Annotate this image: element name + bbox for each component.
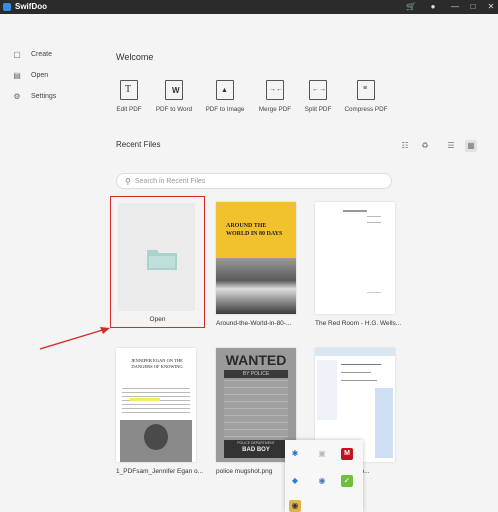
file-name: Around-the-World-in-80-...	[216, 320, 292, 327]
main-area: Welcome T Edit PDF W PDF to Word ▲ PDF t…	[95, 14, 498, 512]
file-name: The Red Room - H.G. Wells...	[315, 320, 402, 327]
sidebar-item-label: Create	[31, 50, 53, 58]
open-thumbnail	[118, 203, 195, 311]
tool-label: Split PDF	[304, 106, 332, 113]
pdf-to-word-icon: W	[165, 80, 183, 100]
tool-label: PDF to Image	[205, 106, 245, 113]
tool-compress-pdf[interactable]: ≡ Compress PDF	[339, 80, 393, 113]
grid-view-icon[interactable]: ▦	[465, 140, 477, 152]
file-thumbnail: JENNIFER EGAN ON THE DANGERS OF KNOWING	[116, 348, 196, 462]
open-icon: ▤	[13, 70, 21, 80]
wanted-text: WANTED	[225, 352, 287, 368]
app-tray-icon[interactable]: ◉	[289, 500, 301, 512]
split-pdf-icon: ←→	[309, 80, 327, 100]
book-title: AROUND THE WORLD IN 80 DAYS	[226, 223, 283, 237]
file-thumbnail	[315, 202, 395, 314]
file-thumbnail: AROUND THE WORLD IN 80 DAYS	[216, 202, 296, 314]
tool-label: PDF to Word	[155, 106, 193, 113]
search-placeholder: Search in Recent Files	[134, 177, 206, 185]
sidebar-item-open[interactable]: ▤ Open	[12, 68, 48, 82]
sidebar-item-create[interactable]: ▢ Create	[12, 47, 52, 61]
cart-icon[interactable]: 🛒	[405, 1, 417, 13]
maximize-button[interactable]: □	[467, 1, 479, 13]
tool-split-pdf[interactable]: ←→ Split PDF	[291, 80, 345, 113]
book-cover-image	[216, 258, 296, 314]
by-police-text: BY POLICE	[224, 370, 288, 378]
sidebar-item-label: Open	[31, 71, 49, 79]
trash-icon[interactable]: ♻	[419, 140, 431, 152]
app-logo-icon	[3, 3, 11, 11]
search-input[interactable]: ⚲ Search in Recent Files	[116, 173, 392, 189]
tool-label: Compress PDF	[344, 106, 388, 113]
search-icon: ⚲	[125, 176, 131, 186]
recent-files-heading: Recent Files	[116, 140, 161, 149]
mcafee-icon[interactable]: M	[341, 448, 353, 460]
file-thumbnail: WANTED BY POLICE POLICE DEPARTMENT BAD B…	[216, 348, 296, 462]
system-tray-popup: ✱ ▣ M ◆ ◉ ✓ ◉	[285, 440, 363, 512]
tool-pdf-to-word[interactable]: W PDF to Word	[147, 80, 201, 113]
security-shield-icon[interactable]: ◆	[289, 475, 301, 487]
bluetooth-icon[interactable]: ✱	[289, 448, 301, 460]
minimize-button[interactable]: —	[449, 1, 461, 13]
dept-text: POLICE DEPARTMENT	[237, 441, 275, 445]
gear-icon: ⚙	[13, 91, 21, 101]
display-icon[interactable]: ▣	[316, 448, 328, 460]
user-icon[interactable]: ●	[427, 1, 439, 13]
app-name: SwifDoo	[15, 2, 47, 11]
open-file-card[interactable]: Open	[110, 196, 205, 328]
sync-icon[interactable]: ◉	[316, 475, 328, 487]
cloud-icon[interactable]: ☷	[399, 140, 411, 152]
folder-icon	[147, 250, 177, 270]
welcome-heading: Welcome	[116, 52, 154, 62]
sidebar-item-settings[interactable]: ⚙ Settings	[12, 89, 56, 103]
check-icon[interactable]: ✓	[341, 475, 353, 487]
edit-pdf-icon: T	[120, 80, 138, 100]
article-title: JENNIFER EGAN ON THE DANGERS OF KNOWING	[131, 358, 183, 369]
bad-boy-text: BAD BOY	[242, 447, 270, 453]
list-view-icon[interactable]: ☰	[445, 140, 457, 152]
annotation-arrow	[40, 327, 110, 350]
merge-pdf-icon: →←	[266, 80, 284, 100]
title-bar: SwifDoo 🛒 ● — □ ✕	[0, 0, 498, 14]
open-label: Open	[149, 316, 166, 323]
compress-pdf-icon: ≡	[357, 80, 375, 100]
sidebar-item-label: Settings	[31, 92, 57, 100]
pdf-to-image-icon: ▲	[216, 80, 234, 100]
sidebar: ▢ Create ▤ Open ⚙ Settings	[0, 14, 95, 512]
close-button[interactable]: ✕	[485, 1, 497, 13]
file-name: 1_PDFsam_Jennifer Egan o...	[116, 468, 204, 475]
tool-pdf-to-image[interactable]: ▲ PDF to Image	[198, 80, 252, 113]
create-icon: ▢	[13, 49, 21, 59]
